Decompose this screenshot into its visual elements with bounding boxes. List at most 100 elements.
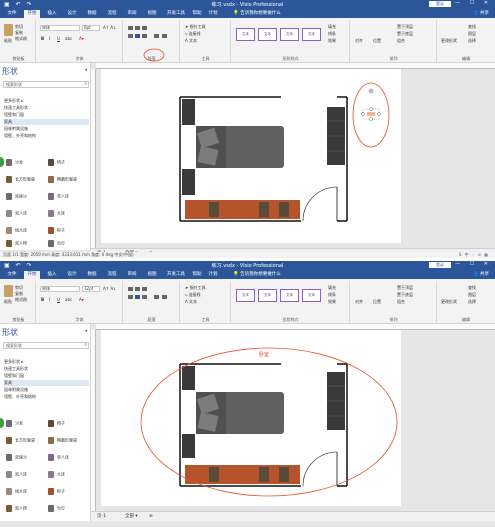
tab-help[interactable]: 帮助 xyxy=(190,10,204,18)
italic-button[interactable]: I xyxy=(49,36,50,41)
share-button[interactable]: 👤 共享 xyxy=(473,10,489,18)
category-quick-shapes[interactable]: 快速工具形状 xyxy=(4,366,89,372)
position-button[interactable]: 位置 xyxy=(373,299,381,305)
font-color-button[interactable]: A▾ xyxy=(79,297,84,302)
tab-home[interactable]: 开始 xyxy=(24,10,40,18)
tab-data[interactable]: 数据 xyxy=(84,10,100,18)
text-tool-button[interactable]: A 文本 xyxy=(185,38,197,44)
stencil-double-bed[interactable]: 双人床 xyxy=(6,471,27,478)
category-garden[interactable]: 园林附属设施 xyxy=(4,387,89,393)
drawing-page[interactable]: 卧室 xyxy=(101,330,401,506)
category-quick-shapes[interactable]: 快速工具形状 xyxy=(4,105,89,111)
stencil-loveseat[interactable]: 双座沙 xyxy=(6,454,27,461)
align-top-icon[interactable] xyxy=(128,287,133,291)
italic-button[interactable]: I xyxy=(49,297,50,302)
align-left-icon[interactable] xyxy=(128,295,133,299)
category-walls-doors[interactable]: 墙壁和门窗 xyxy=(4,112,89,118)
drawing-page[interactable] xyxy=(101,69,401,243)
layers-button[interactable]: 图层 xyxy=(468,292,476,298)
tab-review[interactable]: 审阅 xyxy=(124,271,140,279)
tab-all-pages[interactable]: 全部 ▾ xyxy=(125,513,138,521)
stencil-large-bed[interactable]: 大床 xyxy=(48,210,65,217)
indent-icon[interactable] xyxy=(154,295,159,299)
add-page-icon[interactable]: ⊕ xyxy=(149,513,153,521)
bold-button[interactable]: B xyxy=(41,297,44,302)
tab-review[interactable]: 审阅 xyxy=(124,10,140,18)
group-button[interactable]: 组合 xyxy=(397,38,405,44)
tab-file[interactable]: 文件 xyxy=(4,271,20,279)
strikethrough-button[interactable]: abc xyxy=(65,36,72,41)
stencil-loveseat[interactable]: 双座沙 xyxy=(6,193,27,200)
text-tool-button[interactable]: A 文本 xyxy=(185,299,197,305)
font-grow-icon[interactable]: A↑ A↓ xyxy=(103,25,116,30)
align-top-icon[interactable] xyxy=(128,26,133,30)
font-name-select[interactable]: 宋体 xyxy=(40,286,80,292)
style-swatch-3[interactable]: 文本 xyxy=(280,289,299,302)
tab-plan[interactable]: 计划 xyxy=(206,10,220,18)
stencil-cabinet[interactable]: 柜子 xyxy=(48,488,65,495)
share-button[interactable]: 👤 共享 xyxy=(473,271,489,279)
tab-plan[interactable]: 计划 xyxy=(206,271,220,279)
bring-front-button[interactable]: 置于顶层 xyxy=(397,285,413,291)
align-middle-icon[interactable] xyxy=(135,26,140,30)
stencil-lamp[interactable]: 台灯 xyxy=(48,240,65,247)
tell-me-box[interactable]: 💡 告诉我你想要做什么 xyxy=(226,10,288,18)
tab-developer[interactable]: 开发工具 xyxy=(164,271,188,279)
stencil-rect-table[interactable]: 长方形餐桌 xyxy=(6,437,35,444)
category-walls-doors[interactable]: 墙壁和门窗 xyxy=(4,373,89,379)
select-button[interactable]: 选择 xyxy=(468,38,476,44)
tell-me-box[interactable]: 💡 告诉我你想要做什么 xyxy=(226,271,288,279)
style-swatch-2[interactable]: 文本 xyxy=(258,289,277,302)
stencil-large-bed[interactable]: 大床 xyxy=(48,471,65,478)
effects-button[interactable]: 效果 xyxy=(328,299,336,305)
stencil-double-chair[interactable]: 双人椅 xyxy=(6,240,27,247)
tab-page-1[interactable]: 页-1 xyxy=(97,513,106,521)
stencil-cabinet[interactable]: 柜子 xyxy=(48,227,65,234)
tab-data[interactable]: 数据 xyxy=(84,271,100,279)
align-bottom-icon[interactable] xyxy=(142,287,147,291)
tab-process[interactable]: 流程 xyxy=(104,10,120,18)
paste-button[interactable]: 粘贴 xyxy=(4,38,12,44)
stencil-king-bed[interactable]: 组大床 xyxy=(6,488,27,495)
send-back-button[interactable]: 置于底层 xyxy=(397,292,413,298)
drawing-canvas-area[interactable]: 页-1 全部 ▾ ⊕ xyxy=(91,63,495,258)
stencil-single-bed[interactable]: 单人床 xyxy=(48,454,69,461)
line-button[interactable]: 线条 xyxy=(328,292,336,298)
group-button[interactable]: 组合 xyxy=(397,299,405,305)
send-back-button[interactable]: 置于底层 xyxy=(397,31,413,37)
window-controls[interactable]: ▭ — ☐ ✕ xyxy=(441,261,492,267)
indent-icon[interactable] xyxy=(154,34,159,38)
find-button[interactable]: 查找 xyxy=(468,24,476,30)
stencil-king-bed[interactable]: 组大床 xyxy=(6,227,27,234)
align-right-icon[interactable] xyxy=(142,34,147,38)
bold-button[interactable]: B xyxy=(41,36,44,41)
drawing-canvas-area[interactable]: 卧室 页-1 全部 ▾ ⊕ xyxy=(91,324,495,521)
align-center-icon[interactable] xyxy=(135,295,140,299)
paste-icon[interactable] xyxy=(4,24,13,36)
tab-process[interactable]: 流程 xyxy=(104,271,120,279)
style-swatch-2[interactable]: 文本 xyxy=(258,28,277,41)
room-label[interactable]: 卧室 xyxy=(259,351,269,358)
category-walls-structure[interactable]: 墙壁、外壳和结构 xyxy=(4,133,89,139)
collapse-panel-icon[interactable]: ◂ xyxy=(84,67,87,73)
align-left-icon[interactable] xyxy=(128,34,133,38)
change-shape-button[interactable]: 更改形状 xyxy=(441,299,457,305)
style-swatch-4[interactable]: 文本 xyxy=(302,28,321,41)
paste-button[interactable]: 粘贴 xyxy=(4,299,12,305)
fill-button[interactable]: 填充 xyxy=(328,24,336,30)
category-walls-structure[interactable]: 墙壁、外壳和结构 xyxy=(4,394,89,400)
stencil-chair[interactable]: 椅子 xyxy=(48,420,65,427)
shapes-search-input[interactable]: 搜索形状 ⌕ xyxy=(3,342,89,349)
pointer-tool-button[interactable]: ➤ 指针工具 xyxy=(185,24,206,30)
font-name-select[interactable]: 宋体 xyxy=(40,25,80,31)
stencil-rect-table[interactable]: 长方形餐桌 xyxy=(6,176,35,183)
stencil-oval-table[interactable]: 椭圆形餐桌 xyxy=(48,176,77,183)
category-furniture[interactable]: 家具 xyxy=(4,119,89,125)
category-more-shapes[interactable]: 更多形状 ▸ xyxy=(4,98,89,104)
tab-design[interactable]: 设计 xyxy=(64,10,80,18)
shapes-search-input[interactable]: 搜索形状 ⌕ xyxy=(3,81,89,88)
stencil-chair[interactable]: 椅子 xyxy=(48,159,65,166)
bullets-icon[interactable] xyxy=(162,295,167,299)
tab-insert[interactable]: 插入 xyxy=(44,10,60,18)
category-furniture[interactable]: 家具 xyxy=(4,380,89,386)
